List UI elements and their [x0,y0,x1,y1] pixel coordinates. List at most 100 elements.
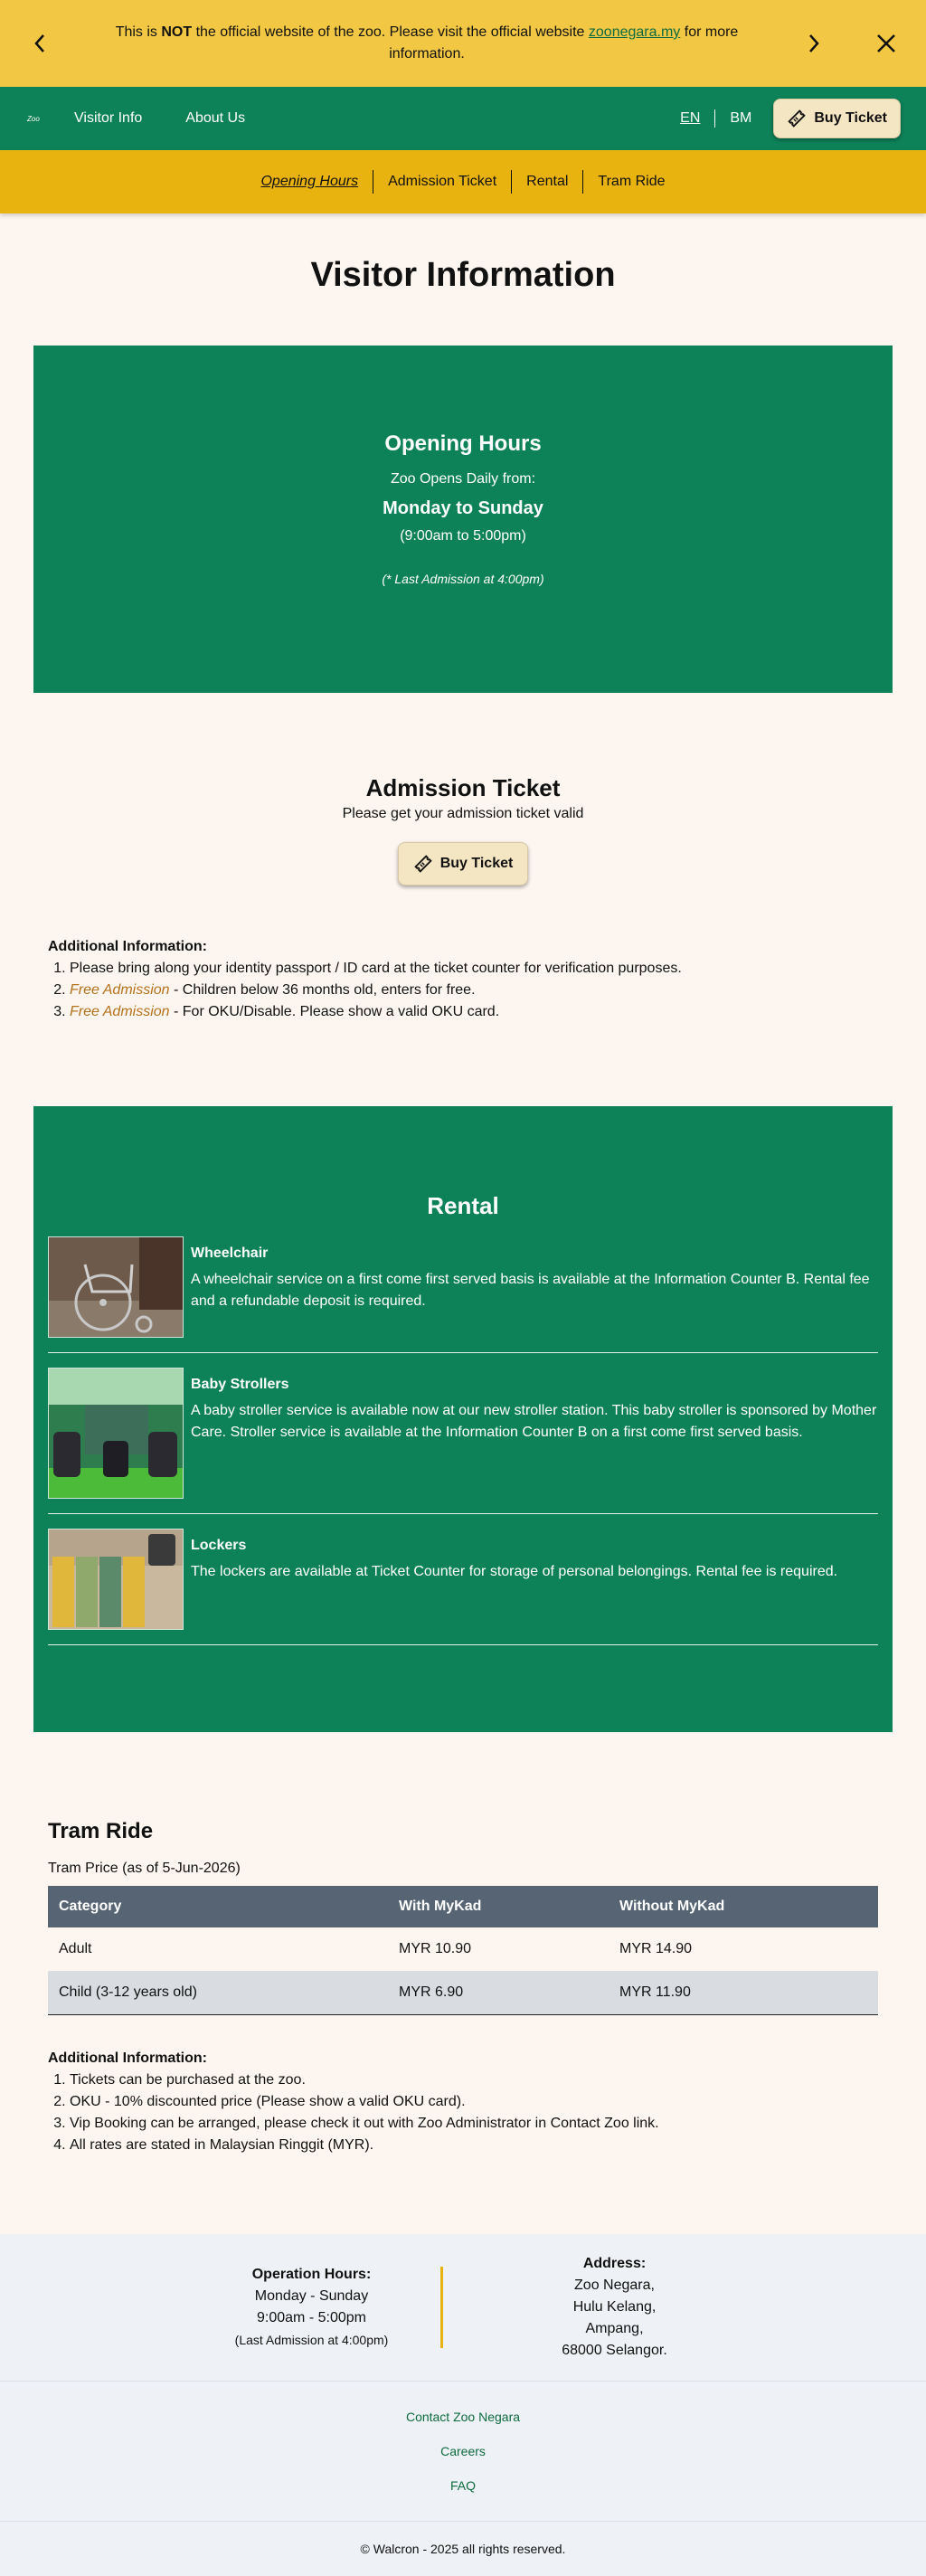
rental-item-baby-strollers: Baby Strollers A baby stroller service i… [48,1368,878,1514]
list-item: Please bring along your identity passpor… [70,958,878,980]
footer-link-faq[interactable]: FAQ [450,2478,476,2493]
list-item: Tickets can be purchased at the zoo. [70,2069,878,2091]
chevron-left-icon [34,34,44,52]
table-cell: MYR 11.90 [609,1971,878,2015]
list-item: All rates are stated in Malaysian Ringgi… [70,2135,878,2156]
opening-hours-intro: Zoo Opens Daily from: [390,471,536,487]
tram-info-heading: Additional Information: [48,2050,207,2066]
footer-link-contact[interactable]: Contact Zoo Negara [406,2410,520,2424]
table-cell: Child (3-12 years old) [48,1971,388,2015]
subnav-admission-ticket[interactable]: Admission Ticket [373,174,511,190]
next-notice-button[interactable] [798,27,830,60]
footer-link-careers[interactable]: Careers [440,2444,486,2458]
admission-info-list: Please bring along your identity passpor… [48,958,878,1023]
tram-price-note: Tram Price (as of 5-Jun-2026) [48,1861,241,1876]
notice-text-part: This is [115,24,162,40]
address-line: Zoo Negara, [574,2277,655,2293]
free-admission-label: Free Admission [70,982,170,998]
notice-banner: This is NOT the official website of the … [0,0,926,87]
tram-ride-title: Tram Ride [48,1819,154,1843]
footer-links: Contact Zoo Negara Careers FAQ [0,2382,926,2522]
admission-info-heading: Additional Information: [48,939,207,954]
footer-hours-days: Monday - Sunday [254,2287,369,2304]
nav-link-visitor-info[interactable]: Visitor Info [74,110,142,127]
official-website-link[interactable]: zoonegara.my [589,24,680,40]
list-item: Free Admission - Children below 36 month… [70,980,878,1001]
tram-additional-info: Additional Information: Tickets can be p… [48,2048,878,2156]
opening-hours-section: Opening Hours Zoo Opens Daily from: Mond… [33,346,893,693]
ticket-icon [413,855,432,873]
admission-info-text: - For OKU/Disable. Please show a valid O… [169,1004,500,1019]
subnav-rental[interactable]: Rental [512,174,582,190]
admission-buy-ticket-label: Buy Ticket [439,856,514,871]
table-header-row: Category With MyKad Without MyKad [48,1886,878,1927]
list-item: OKU - 10% discounted price (Please show … [70,2091,878,2113]
main-navigation: Zoo Visitor Info About Us EN BM Buy Tick… [0,87,926,150]
opening-hours-title: Opening Hours [384,431,542,456]
section-navigation: Opening Hours Admission Ticket Rental Tr… [0,150,926,213]
free-admission-label: Free Admission [70,1004,170,1019]
subnav-tram-ride[interactable]: Tram Ride [583,174,679,190]
subnav-opening-hours[interactable]: Opening Hours [246,174,373,190]
admission-info-text: Please bring along your identity passpor… [70,961,682,976]
ticket-icon [788,109,807,128]
footer-divider [439,2266,443,2348]
footer-address: Address: Zoo Negara, Hulu Kelang, Ampang… [479,2253,751,2362]
address-line: 68000 Selangor. [562,2342,667,2358]
nav-buy-ticket-button[interactable]: Buy Ticket [773,99,901,138]
last-admission-note: (* Last Admission at 4:00pm) [382,572,544,586]
table-cell: MYR 6.90 [388,1971,609,2015]
footer-address-title: Address: [582,2255,647,2271]
notice-emphasis: NOT [161,24,193,40]
language-divider [714,109,716,128]
page-title: Visitor Information [310,256,616,294]
language-bm-link[interactable]: BM [730,110,751,127]
list-item: Vip Booking can be arranged, please chec… [70,2113,878,2135]
rental-item-description: A wheelchair service on a first come fir… [191,1272,870,1309]
admission-section: Admission Ticket Please get your admissi… [0,774,926,886]
table-cell: Adult [59,1941,92,1956]
admission-subtitle: Please get your admission ticket valid [342,806,584,821]
opening-time: (9:00am to 5:00pm) [400,528,526,544]
baby-strollers-image [48,1368,184,1499]
previous-notice-button[interactable] [24,27,56,60]
chevron-right-icon [809,34,819,52]
footer-last-admission: (Last Admission at 4:00pm) [234,2332,389,2347]
notice-text: This is NOT the official website of the … [56,22,798,65]
table-cell: MYR 10.90 [399,1941,472,1956]
admission-info-text: - Children below 36 months old, enters f… [169,982,476,998]
admission-additional-info: Additional Information: Please bring alo… [48,936,878,1023]
rental-item-wheelchair: Wheelchair A wheelchair service on a fir… [48,1236,878,1353]
tram-info-list: Tickets can be purchased at the zoo. OKU… [48,2069,878,2156]
copyright-text: © Walcron - 2025 all rights reserved. [360,2541,566,2556]
rental-item-description: A baby stroller service is available now… [191,1403,877,1440]
rental-title: Rental [427,1192,499,1219]
address-line: Hulu Kelang, [572,2298,657,2315]
table-row: Adult MYR 10.90 MYR 14.90 [48,1927,878,1971]
table-cell: MYR 14.90 [619,1941,693,1956]
nav-link-about-us[interactable]: About Us [185,110,245,127]
tram-price-table: Category With MyKad Without MyKad Adult … [48,1886,878,2015]
column-header: Category [48,1886,388,1927]
rental-item-name: Lockers [191,1538,247,1553]
rental-item-name: Wheelchair [191,1245,269,1261]
column-header: With MyKad [388,1886,609,1927]
admission-title: Admission Ticket [365,774,561,801]
rental-item-lockers: Lockers The lockers are available at Tic… [48,1529,878,1645]
footer: Operation Hours: Monday - Sunday 9:00am … [0,2233,926,2576]
address-line: Ampang, [585,2320,644,2336]
close-notice-button[interactable] [870,27,902,60]
language-en-link[interactable]: EN [680,110,700,127]
close-icon [877,34,895,52]
notice-text-part: the official website of the zoo. Please … [192,24,589,40]
rental-item-name: Baby Strollers [191,1377,289,1392]
opening-days: Monday to Sunday [383,498,543,518]
column-header: Without MyKad [609,1886,878,1927]
nav-buy-ticket-label: Buy Ticket [814,110,887,126]
admission-buy-ticket-button[interactable]: Buy Ticket [397,842,529,886]
rental-section: Rental Wheelchair A wheelchair service o… [33,1106,893,1732]
footer-operation-hours: Operation Hours: Monday - Sunday 9:00am … [176,2264,448,2351]
zoo-logo[interactable]: Zoo [27,115,47,123]
list-item: Free Admission - For OKU/Disable. Please… [70,1001,878,1023]
table-row: Child (3-12 years old) MYR 6.90 MYR 11.9… [48,1971,878,2015]
